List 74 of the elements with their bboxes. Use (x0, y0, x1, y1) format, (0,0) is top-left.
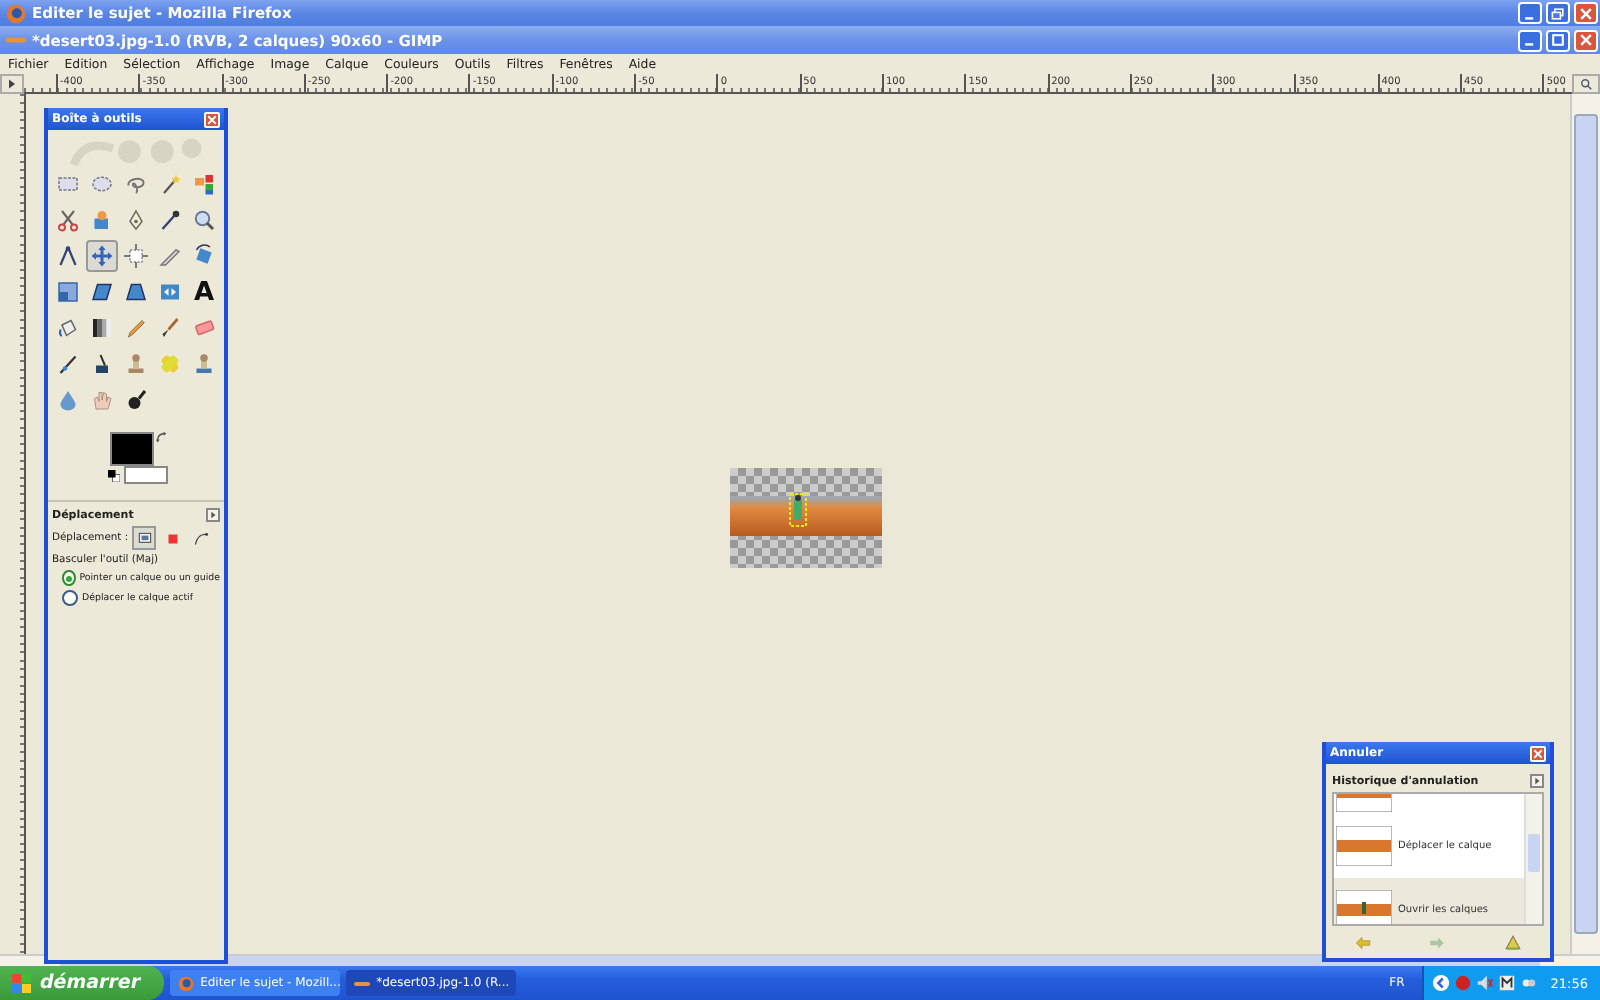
ink-pot-icon (90, 352, 114, 376)
selection-mode-icon (163, 529, 182, 547)
default-colors-icon[interactable] (108, 470, 120, 482)
gradient-icon (90, 316, 114, 340)
shear-icon (90, 280, 114, 304)
right-arrow-icon (1428, 933, 1447, 951)
magnifier-icon (1580, 78, 1592, 90)
left-arrow-icon (1354, 933, 1373, 951)
list-scrollbar[interactable] (1524, 794, 1542, 924)
close-icon (206, 113, 218, 125)
water-drop-icon (56, 388, 80, 412)
letter-tile-icon[interactable] (1498, 974, 1517, 992)
triangle-icon (6, 78, 18, 90)
zoom-button[interactable] (1572, 74, 1600, 94)
layer-mode-icon (135, 529, 154, 547)
paintbrush-icon (158, 316, 182, 340)
chevron-icon[interactable] (1432, 974, 1451, 992)
close-button[interactable] (1530, 745, 1546, 761)
minimize-button[interactable] (1518, 29, 1542, 51)
close-button[interactable] (1574, 29, 1598, 51)
rotate-icon (192, 244, 216, 268)
vertical-scrollbar[interactable] (1570, 94, 1600, 954)
stamp-icon (192, 352, 216, 376)
radio-button[interactable] (62, 570, 76, 586)
dashed-ellipse-icon (90, 172, 114, 196)
close-button[interactable] (1574, 2, 1598, 24)
panel-menu-button[interactable] (1530, 774, 1544, 788)
dot-icon[interactable] (1454, 974, 1473, 992)
magnifier-icon (192, 208, 216, 232)
close-icon (1532, 747, 1544, 759)
close-icon (1578, 32, 1594, 48)
pen-nib-icon (124, 208, 148, 232)
align-icon (124, 244, 148, 268)
quick-mask-button[interactable] (0, 74, 24, 94)
maximize-icon (1550, 32, 1566, 48)
triangle-icon (1503, 933, 1522, 951)
restore-icon (1550, 5, 1566, 21)
hand-icon (90, 388, 114, 412)
triangle-icon (208, 510, 218, 520)
lasso-icon (124, 172, 148, 196)
foreground-color-swatch[interactable] (110, 432, 154, 466)
airbrush-icon (56, 352, 80, 376)
panel-menu-button[interactable] (206, 508, 220, 522)
windows-flag-icon (12, 973, 32, 993)
globe-fox-icon (6, 3, 26, 23)
eyedropper-icon (158, 208, 182, 232)
close-button[interactable] (204, 111, 220, 127)
globe-fox-icon (178, 975, 195, 991)
close-icon (1578, 5, 1594, 21)
maximize-button[interactable] (1546, 29, 1570, 51)
trapezoid-icon (124, 280, 148, 304)
brush-stroke-icon (6, 34, 26, 46)
color-squares-icon (192, 172, 216, 196)
minimize-button[interactable] (1518, 2, 1542, 24)
speaker-icon[interactable] (1476, 974, 1495, 992)
restore-button[interactable] (1546, 2, 1570, 24)
radio-button[interactable] (62, 590, 78, 606)
pencil-icon (124, 316, 148, 340)
scale-icon (56, 280, 80, 304)
path-mode-icon (191, 529, 210, 547)
compass-icon (56, 244, 80, 268)
magic-wand-icon (158, 172, 182, 196)
triangle-icon (1532, 776, 1542, 786)
swap-arrow-icon[interactable] (156, 432, 168, 444)
scissors-icon (56, 208, 80, 232)
flip-icon (158, 280, 182, 304)
text-tool-button[interactable]: A (188, 276, 220, 308)
background-color-swatch[interactable] (124, 466, 168, 484)
bandage-icon (158, 352, 182, 376)
figure-select-icon (90, 208, 114, 232)
dashed-rectangle-icon (56, 172, 80, 196)
move-arrows-icon (90, 244, 114, 268)
mode-toggle[interactable] (132, 526, 157, 550)
stamp-icon (124, 352, 148, 376)
